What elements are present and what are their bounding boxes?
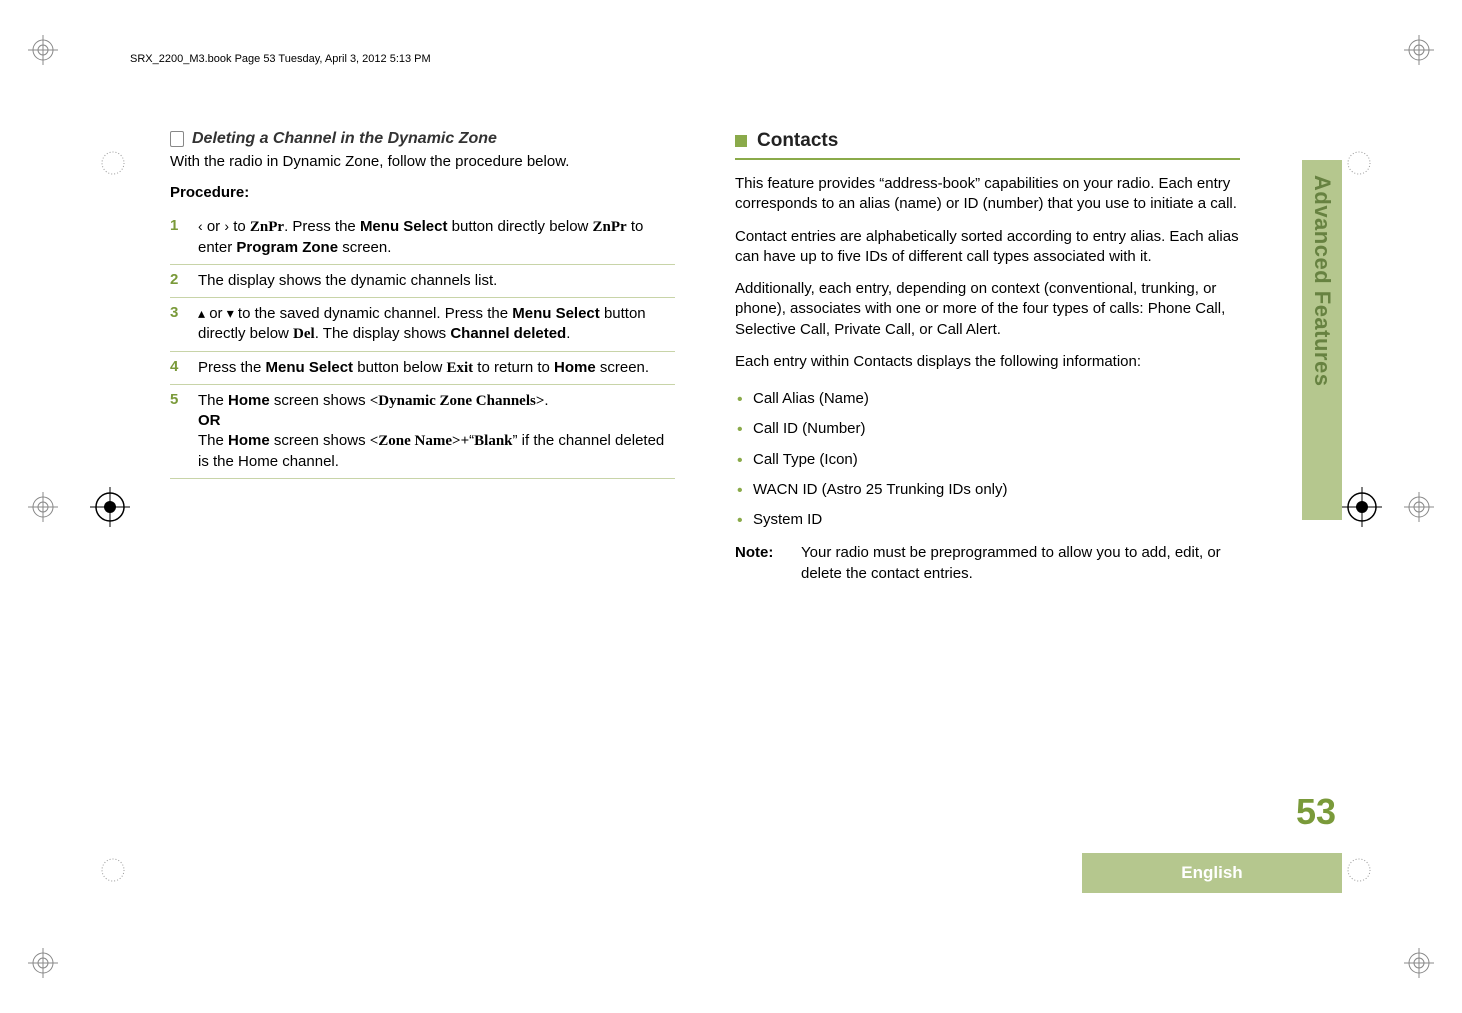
step-number: 1: [170, 217, 184, 258]
paragraph: Contact entries are alphabetically sorte…: [735, 227, 1240, 268]
step-body: ▴ or ▾ to the saved dynamic channel. Pre…: [198, 304, 675, 345]
list-item: System ID: [735, 505, 1240, 535]
left-heading: Deleting a Channel in the Dynamic Zone: [170, 130, 675, 148]
right-heading: Contacts: [735, 130, 1240, 152]
note-text: Your radio must be preprogrammed to allo…: [801, 543, 1240, 584]
paragraph: This feature provides “address-book” cap…: [735, 174, 1240, 215]
step-3: 3 ▴ or ▾ to the saved dynamic channel. P…: [170, 298, 675, 352]
register-mark-icon: [1346, 857, 1372, 883]
footer-language: English: [1082, 853, 1342, 893]
page-container: SRX_2200_M3.book Page 53 Tuesday, April …: [0, 0, 1462, 1013]
paragraph: Each entry within Contacts displays the …: [735, 352, 1240, 372]
running-header: SRX_2200_M3.book Page 53 Tuesday, April …: [130, 53, 431, 65]
left-heading-text: Deleting a Channel in the Dynamic Zone: [192, 130, 497, 148]
step-2: 2 The display shows the dynamic channels…: [170, 265, 675, 298]
step-1: 1 ‹ or › to ZnPr. Press the Menu Select …: [170, 211, 675, 265]
step-4: 4 Press the Menu Select button below Exi…: [170, 352, 675, 385]
section-marker-icon: [735, 135, 747, 147]
list-item: Call Type (Icon): [735, 445, 1240, 475]
step-body: ‹ or › to ZnPr. Press the Menu Select bu…: [198, 217, 675, 258]
procedure-label: Procedure:: [170, 184, 675, 201]
content-area: Deleting a Channel in the Dynamic Zone W…: [170, 130, 1292, 584]
up-arrow-icon: ▴: [198, 305, 205, 321]
down-arrow-icon: ▾: [227, 305, 234, 321]
crop-mark-icon: [28, 948, 58, 978]
list-item: Call ID (Number): [735, 414, 1240, 444]
step-body: The Home screen shows <Dynamic Zone Chan…: [198, 391, 675, 472]
register-mark-icon: [100, 857, 126, 883]
page-number: 53: [1296, 791, 1336, 833]
right-column: Contacts This feature provides “address-…: [735, 130, 1240, 584]
bullet-list: Call Alias (Name) Call ID (Number) Call …: [735, 384, 1240, 535]
step-body: Press the Menu Select button below Exit …: [198, 358, 649, 378]
note-row: Note: Your radio must be preprogrammed t…: [735, 543, 1240, 584]
left-column: Deleting a Channel in the Dynamic Zone W…: [170, 130, 675, 584]
crop-mark-icon: [1404, 948, 1434, 978]
note-label: Note:: [735, 543, 785, 584]
list-item: WACN ID (Astro 25 Trunking IDs only): [735, 475, 1240, 505]
paragraph: Additionally, each entry, depending on c…: [735, 279, 1240, 340]
right-heading-text: Contacts: [757, 130, 838, 152]
crop-mark-icon: [1404, 35, 1434, 65]
step-number: 2: [170, 271, 184, 291]
step-body: The display shows the dynamic channels l…: [198, 271, 497, 291]
divider: [735, 158, 1240, 160]
register-mark-icon: [1346, 150, 1372, 176]
crop-mark-icon: [28, 492, 58, 522]
left-intro: With the radio in Dynamic Zone, follow t…: [170, 152, 675, 172]
side-tab-label: Advanced Features: [1309, 175, 1335, 386]
target-mark-icon: [90, 487, 130, 527]
page-icon: [170, 131, 184, 147]
step-number: 5: [170, 391, 184, 472]
target-mark-icon: [1342, 487, 1382, 527]
crop-mark-icon: [28, 35, 58, 65]
crop-mark-icon: [1404, 492, 1434, 522]
register-mark-icon: [100, 150, 126, 176]
step-5: 5 The Home screen shows <Dynamic Zone Ch…: [170, 385, 675, 479]
step-number: 3: [170, 304, 184, 345]
list-item: Call Alias (Name): [735, 384, 1240, 414]
step-number: 4: [170, 358, 184, 378]
